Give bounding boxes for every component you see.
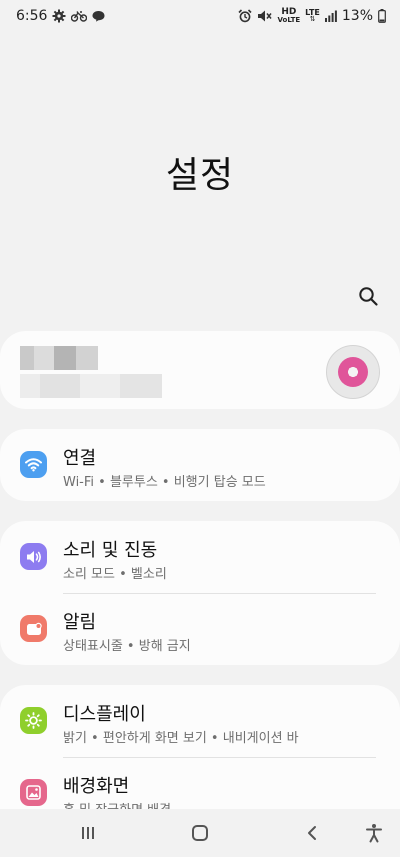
settings-item-label: 알림	[63, 612, 97, 633]
accessibility-button[interactable]	[362, 821, 386, 845]
search-icon	[359, 287, 378, 306]
settings-item-subtitle: 소리 모드 • 벨소리	[63, 567, 167, 582]
status-bar: 6:56 HD VoLTE LTE ⇅ 13%	[0, 0, 400, 32]
settings-item-subtitle: 밝기 • 편안하게 화면 보기 • 내비게이션 바	[63, 731, 299, 746]
settings-item-label: 디스플레이	[63, 704, 146, 725]
status-time: 6:56	[16, 8, 48, 24]
back-button[interactable]	[300, 821, 324, 845]
bike-notification-icon	[71, 11, 88, 22]
hd-volte-indicator: HD VoLTE	[277, 8, 300, 24]
home-button[interactable]	[188, 821, 212, 845]
settings-item-label: 연결	[63, 448, 97, 469]
status-right: HD VoLTE LTE ⇅ 13%	[238, 8, 386, 24]
alarm-icon	[238, 9, 253, 23]
navigation-bar	[0, 809, 400, 857]
recents-icon	[82, 827, 94, 839]
settings-item-sound[interactable]: 소리 및 진동 소리 모드 • 벨소리	[0, 521, 400, 593]
brightness-icon	[20, 707, 47, 734]
wallpaper-icon	[20, 779, 47, 806]
accessibility-icon	[366, 824, 382, 843]
avatar-donut-image	[338, 357, 368, 387]
notification-icon	[20, 615, 47, 642]
settings-item-wallpaper-clip: 배경화면 홈 및 잠금화면 배경	[0, 757, 400, 809]
chat-bubble-notification-icon	[92, 11, 105, 22]
blurred-account-email	[20, 374, 162, 398]
data-arrows-icon: ⇅	[309, 15, 316, 23]
battery-percent: 13%	[341, 8, 373, 24]
back-icon	[308, 826, 316, 840]
settings-gear-notification-icon	[52, 9, 66, 23]
search-button[interactable]	[356, 284, 380, 308]
signal-icon	[324, 10, 337, 22]
recents-button[interactable]	[76, 821, 100, 845]
settings-item-subtitle: 홈 및 잠금화면 배경	[63, 799, 171, 809]
settings-item-label: 배경화면	[63, 776, 130, 797]
speaker-icon	[20, 543, 47, 570]
avatar[interactable]	[326, 345, 380, 399]
settings-item-notifications[interactable]: 알림 상태표시줄 • 방해 금지	[0, 593, 400, 665]
settings-item-connections[interactable]: 연결 Wi-Fi • 블루투스 • 비행기 탑승 모드	[0, 429, 400, 501]
settings-item-display[interactable]: 디스플레이 밝기 • 편안하게 화면 보기 • 내비게이션 바	[0, 685, 400, 757]
home-icon	[192, 825, 208, 841]
mute-icon	[258, 10, 273, 22]
settings-item-subtitle: 상태표시줄 • 방해 금지	[63, 639, 191, 654]
page-title: 설정	[165, 155, 235, 196]
wifi-icon	[20, 451, 47, 478]
lte-indicator: LTE ⇅	[305, 9, 320, 23]
status-left: 6:56	[16, 8, 105, 24]
blurred-account-name	[20, 346, 98, 370]
settings-item-label: 소리 및 진동	[63, 540, 158, 561]
battery-icon	[378, 9, 386, 23]
settings-item-subtitle: Wi-Fi • 블루투스 • 비행기 탑승 모드	[63, 475, 266, 490]
volte-label: VoLTE	[277, 16, 301, 24]
settings-item-wallpaper[interactable]: 배경화면 홈 및 잠금화면 배경	[0, 757, 400, 809]
